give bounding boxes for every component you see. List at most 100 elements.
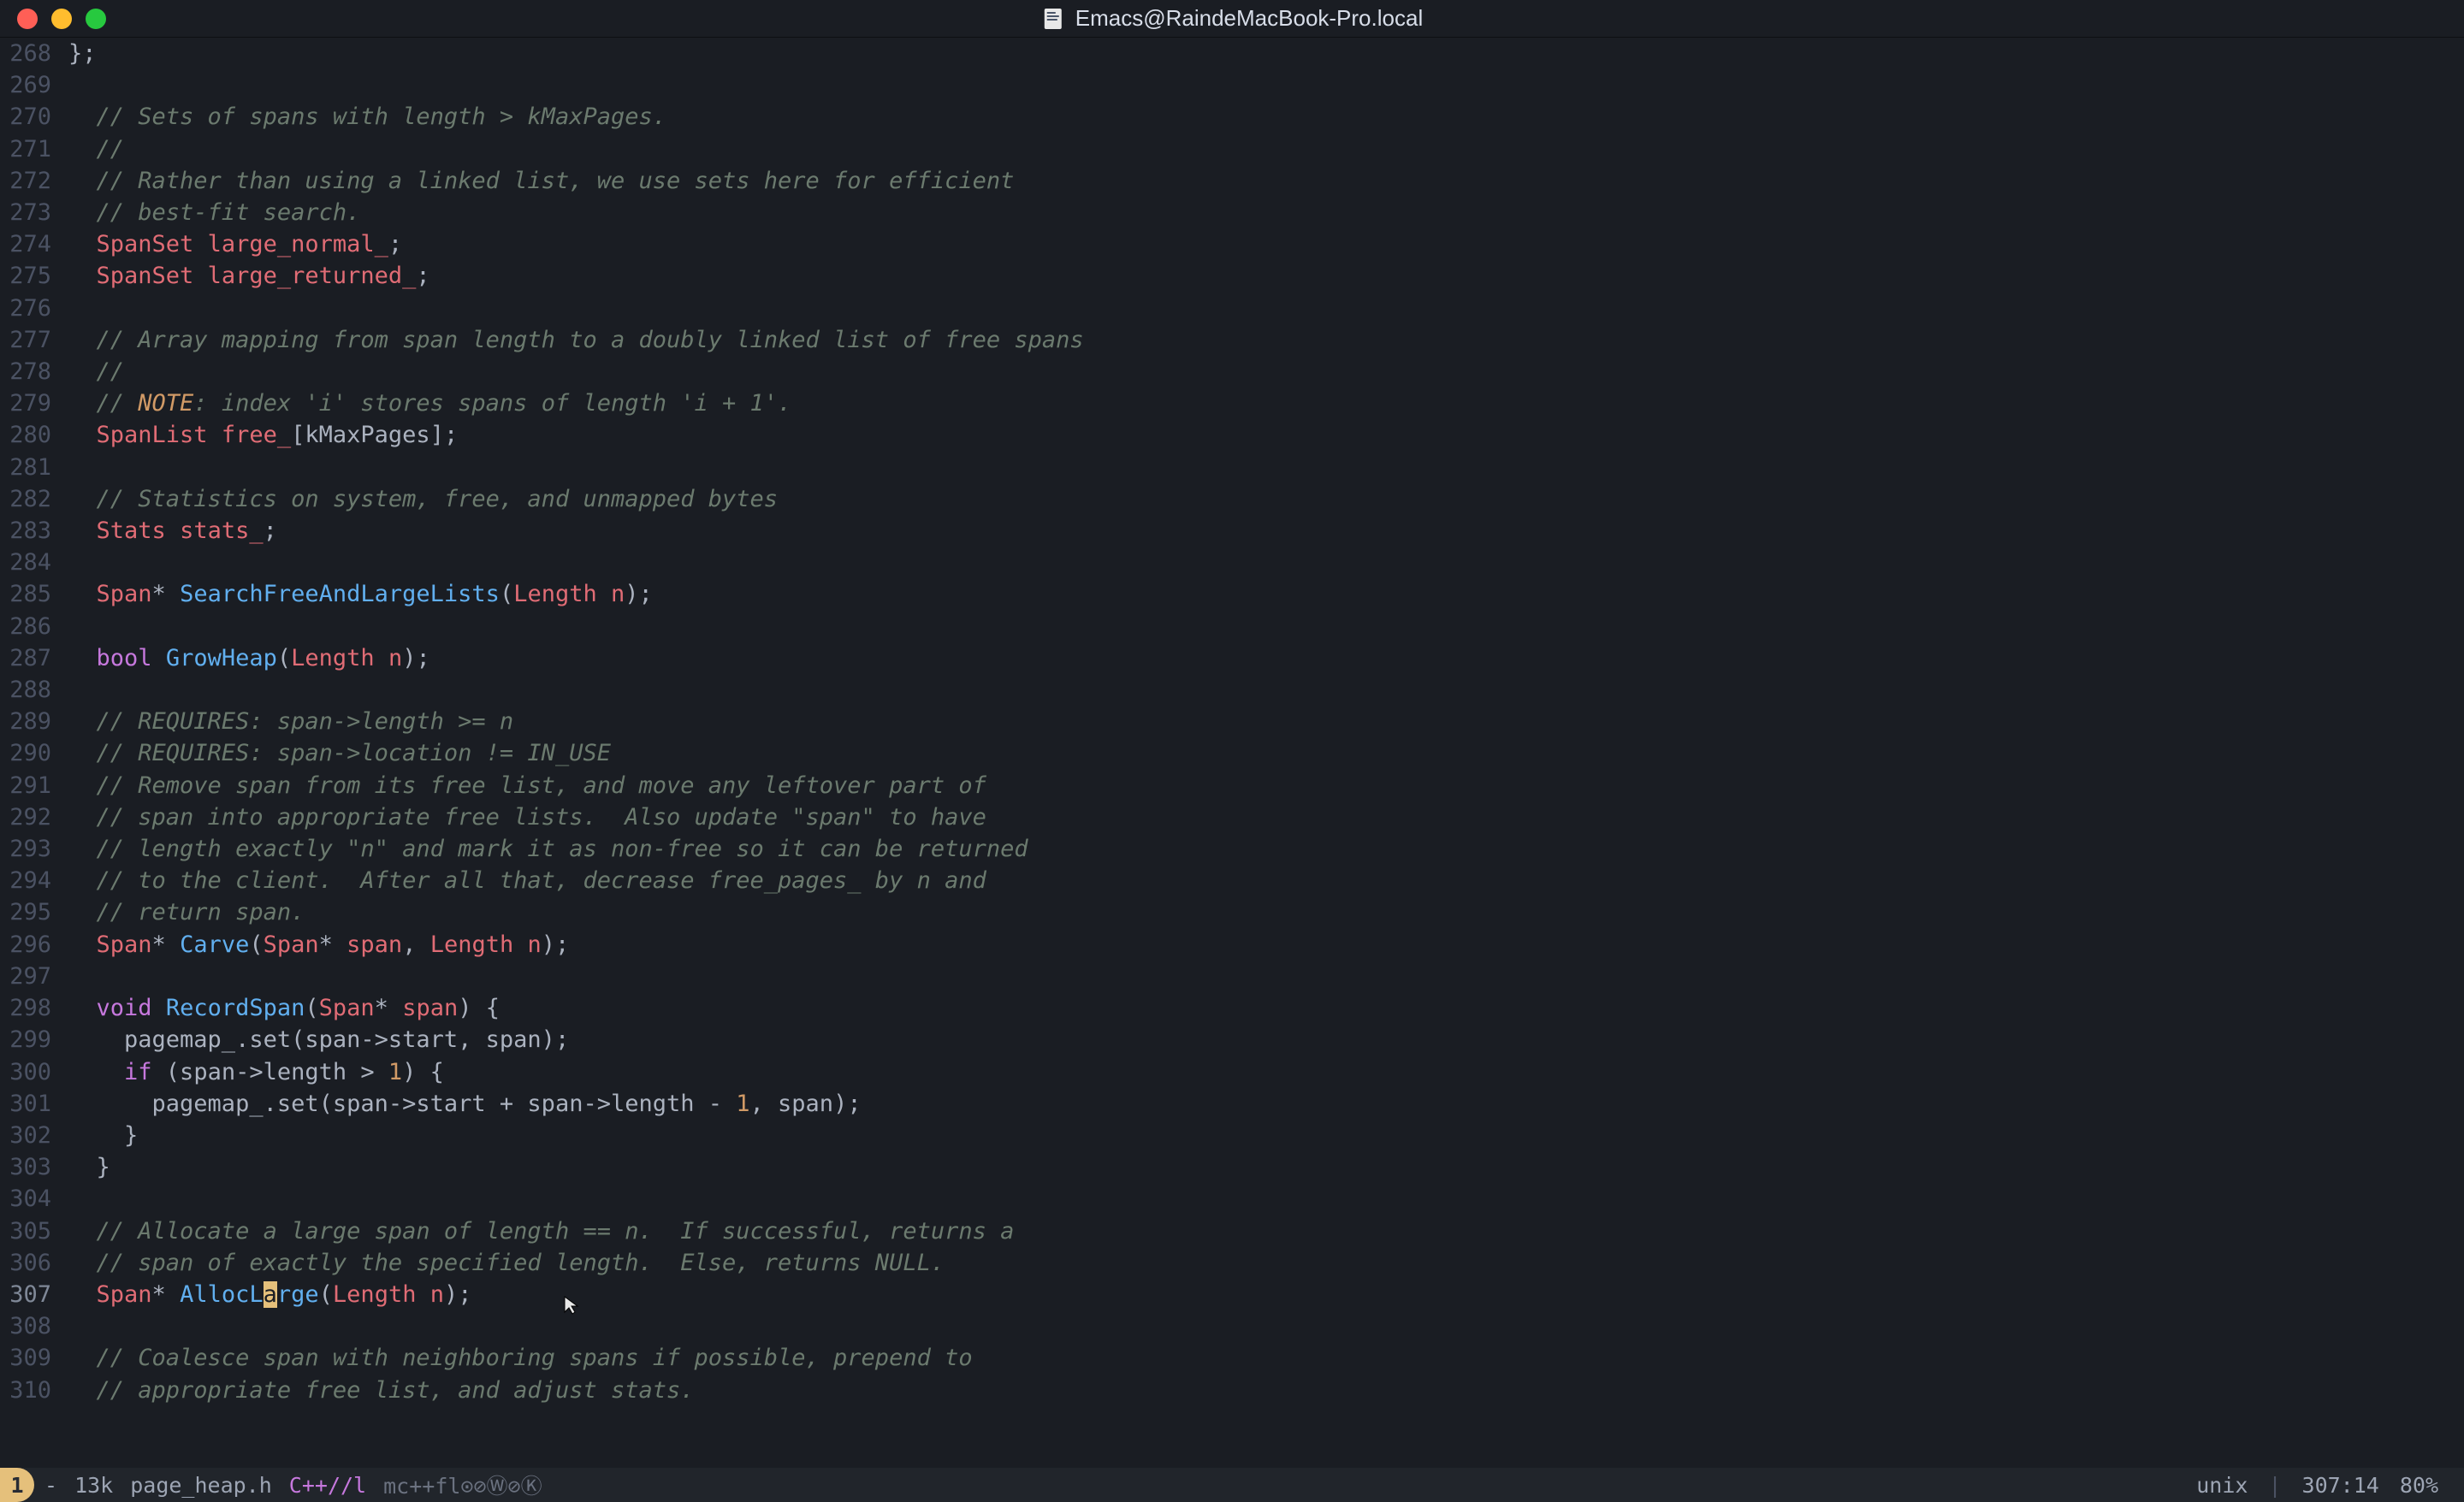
code-content[interactable]: // REQUIRES: span->location != IN_USE — [68, 737, 2464, 769]
code-line[interactable]: 298 void RecordSpan(Span* span) { — [0, 992, 2464, 1024]
code-content[interactable] — [68, 961, 2464, 992]
code-line[interactable]: 292 // span into appropriate free lists.… — [0, 801, 2464, 833]
code-content[interactable]: SpanList free_[kMaxPages]; — [68, 419, 2464, 451]
code-line[interactable]: 279 // NOTE: index 'i' stores spans of l… — [0, 387, 2464, 419]
line-number: 288 — [0, 674, 68, 706]
code-content[interactable]: Span* Carve(Span* span, Length n); — [68, 929, 2464, 961]
code-content[interactable]: // Statistics on system, free, and unmap… — [68, 483, 2464, 515]
code-line[interactable]: 296 Span* Carve(Span* span, Length n); — [0, 929, 2464, 961]
code-content[interactable]: // REQUIRES: span->length >= n — [68, 706, 2464, 737]
minimize-window-button[interactable] — [51, 9, 72, 29]
code-line[interactable]: 290 // REQUIRES: span->location != IN_US… — [0, 737, 2464, 769]
code-content[interactable]: void RecordSpan(Span* span) { — [68, 992, 2464, 1024]
code-line[interactable]: 307 Span* AllocLarge(Length n); — [0, 1279, 2464, 1310]
code-content[interactable]: // Sets of spans with length > kMaxPages… — [68, 101, 2464, 133]
line-number: 286 — [0, 611, 68, 642]
code-line[interactable]: 309 // Coalesce span with neighboring sp… — [0, 1342, 2464, 1374]
code-line[interactable]: 299 pagemap_.set(span->start, span); — [0, 1024, 2464, 1056]
code-content[interactable] — [68, 1183, 2464, 1215]
code-line[interactable]: 271 // — [0, 133, 2464, 165]
code-line[interactable]: 274 SpanSet large_normal_; — [0, 228, 2464, 260]
code-content[interactable]: // span into appropriate free lists. Als… — [68, 801, 2464, 833]
code-line[interactable]: 275 SpanSet large_returned_; — [0, 260, 2464, 292]
editor-area[interactable]: 268};269270 // Sets of spans with length… — [0, 38, 2464, 1468]
code-content[interactable]: bool GrowHeap(Length n); — [68, 642, 2464, 674]
code-line[interactable]: 287 bool GrowHeap(Length n); — [0, 642, 2464, 674]
code-line[interactable]: 303 } — [0, 1151, 2464, 1183]
code-content[interactable] — [68, 674, 2464, 706]
title-bar: Emacs@RaindeMacBook-Pro.local — [0, 0, 2464, 38]
code-line[interactable]: 281 — [0, 452, 2464, 483]
code-content[interactable]: Stats stats_; — [68, 515, 2464, 547]
code-content[interactable] — [68, 69, 2464, 101]
code-line[interactable]: 286 — [0, 611, 2464, 642]
code-line[interactable]: 306 // span of exactly the specified len… — [0, 1247, 2464, 1279]
code-content[interactable]: // to the client. After all that, decrea… — [68, 865, 2464, 896]
modeline-minor-modes[interactable]: mc++fl⊙⊘Ⓦ⊘Ⓚ — [383, 1469, 542, 1500]
code-content[interactable]: // span of exactly the specified length.… — [68, 1247, 2464, 1279]
code-content[interactable]: // Allocate a large span of length == n.… — [68, 1215, 2464, 1247]
code-content[interactable]: pagemap_.set(span->start, span); — [68, 1024, 2464, 1056]
code-line[interactable]: 297 — [0, 961, 2464, 992]
code-content[interactable]: } — [68, 1120, 2464, 1151]
code-content[interactable]: Span* SearchFreeAndLargeLists(Length n); — [68, 578, 2464, 610]
code-content[interactable]: // Array mapping from span length to a d… — [68, 324, 2464, 356]
code-line[interactable]: 277 // Array mapping from span length to… — [0, 324, 2464, 356]
code-content[interactable]: // length exactly "n" and mark it as non… — [68, 833, 2464, 865]
code-content[interactable] — [68, 1310, 2464, 1342]
code-line[interactable]: 305 // Allocate a large span of length =… — [0, 1215, 2464, 1247]
code-line[interactable]: 273 // best-fit search. — [0, 197, 2464, 228]
modeline-position: 307:14 — [2302, 1473, 2379, 1498]
line-number: 270 — [0, 101, 68, 133]
code-content[interactable]: // — [68, 133, 2464, 165]
code-line[interactable]: 284 — [0, 547, 2464, 578]
code-line[interactable]: 310 // appropriate free list, and adjust… — [0, 1375, 2464, 1406]
code-line[interactable]: 300 if (span->length > 1) { — [0, 1056, 2464, 1088]
code-line[interactable]: 302 } — [0, 1120, 2464, 1151]
code-line[interactable]: 268}; — [0, 38, 2464, 69]
code-content[interactable]: // best-fit search. — [68, 197, 2464, 228]
close-window-button[interactable] — [17, 9, 38, 29]
modeline-major-mode[interactable]: C++//l — [289, 1473, 366, 1498]
code-line[interactable]: 280 SpanList free_[kMaxPages]; — [0, 419, 2464, 451]
code-content[interactable]: Span* AllocLarge(Length n); — [68, 1279, 2464, 1310]
code-line[interactable]: 269 — [0, 69, 2464, 101]
modeline-indicator[interactable]: 1 — [0, 1468, 34, 1502]
code-line[interactable]: 301 pagemap_.set(span->start + span->len… — [0, 1088, 2464, 1120]
code-content[interactable]: }; — [68, 38, 2464, 69]
code-content[interactable]: } — [68, 1151, 2464, 1183]
code-line[interactable]: 282 // Statistics on system, free, and u… — [0, 483, 2464, 515]
code-content[interactable]: SpanSet large_returned_; — [68, 260, 2464, 292]
code-content[interactable]: // Remove span from its free list, and m… — [68, 770, 2464, 801]
code-line[interactable]: 294 // to the client. After all that, de… — [0, 865, 2464, 896]
code-line[interactable]: 278 // — [0, 356, 2464, 387]
code-content[interactable] — [68, 547, 2464, 578]
code-content[interactable] — [68, 293, 2464, 324]
code-line[interactable]: 270 // Sets of spans with length > kMaxP… — [0, 101, 2464, 133]
line-number: 272 — [0, 165, 68, 197]
code-line[interactable]: 308 — [0, 1310, 2464, 1342]
code-content[interactable]: pagemap_.set(span->start + span->length … — [68, 1088, 2464, 1120]
code-content[interactable]: // return span. — [68, 896, 2464, 928]
code-content[interactable]: // Rather than using a linked list, we u… — [68, 165, 2464, 197]
code-line[interactable]: 293 // length exactly "n" and mark it as… — [0, 833, 2464, 865]
code-content[interactable]: SpanSet large_normal_; — [68, 228, 2464, 260]
code-content[interactable] — [68, 452, 2464, 483]
code-content[interactable]: // Coalesce span with neighboring spans … — [68, 1342, 2464, 1374]
code-line[interactable]: 291 // Remove span from its free list, a… — [0, 770, 2464, 801]
code-line[interactable]: 283 Stats stats_; — [0, 515, 2464, 547]
code-line[interactable]: 288 — [0, 674, 2464, 706]
code-content[interactable] — [68, 611, 2464, 642]
code-content[interactable]: // — [68, 356, 2464, 387]
code-content[interactable]: // appropriate free list, and adjust sta… — [68, 1375, 2464, 1406]
code-line[interactable]: 304 — [0, 1183, 2464, 1215]
maximize-window-button[interactable] — [86, 9, 106, 29]
code-line[interactable]: 272 // Rather than using a linked list, … — [0, 165, 2464, 197]
code-content[interactable]: if (span->length > 1) { — [68, 1056, 2464, 1088]
code-line[interactable]: 285 Span* SearchFreeAndLargeLists(Length… — [0, 578, 2464, 610]
code-content[interactable]: // NOTE: index 'i' stores spans of lengt… — [68, 387, 2464, 419]
code-line[interactable]: 295 // return span. — [0, 896, 2464, 928]
code-line[interactable]: 276 — [0, 293, 2464, 324]
code-line[interactable]: 289 // REQUIRES: span->length >= n — [0, 706, 2464, 737]
modeline-filename[interactable]: page_heap.h — [130, 1473, 272, 1498]
